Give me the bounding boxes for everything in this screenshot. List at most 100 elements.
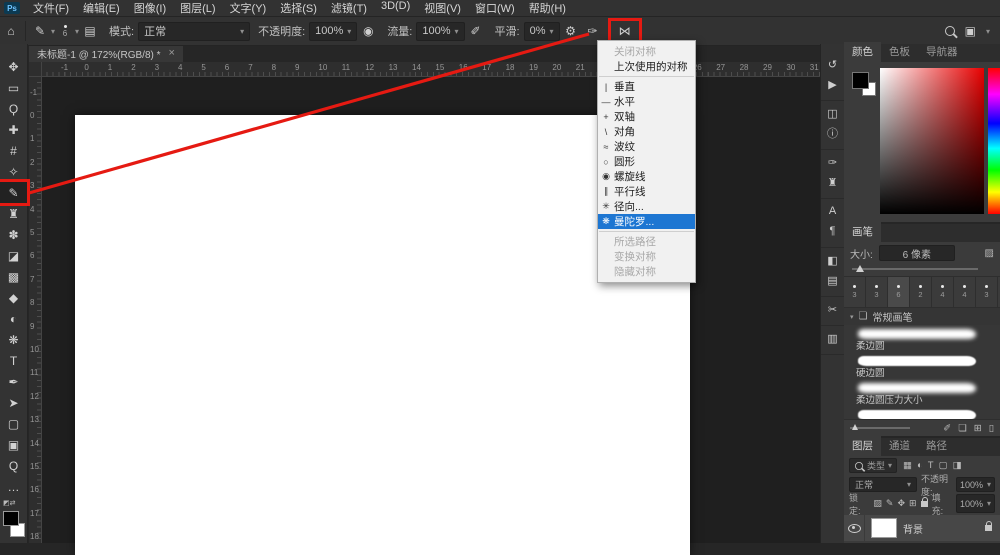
smoothing-options-gear-icon[interactable]: ⚙ [560, 24, 582, 38]
tool-zoom-tool[interactable]: Q [0, 455, 27, 476]
tool-eraser-tool[interactable]: ◪ [0, 245, 27, 266]
layer-opacity-select[interactable]: 100% ▾ [956, 477, 995, 492]
new-brush-icon[interactable]: ⊞ [974, 423, 982, 434]
menu-item-radial[interactable]: ✳径向... [598, 199, 695, 214]
tab-swatches[interactable]: 色板 [881, 42, 918, 62]
tab-layers[interactable]: 图层 [844, 436, 881, 456]
paragraph-panel-icon[interactable]: ¶ [821, 221, 844, 241]
tab-paths[interactable]: 路径 [918, 436, 955, 456]
tab-channels[interactable]: 通道 [881, 436, 918, 456]
layer-row-background[interactable]: 背景 [844, 515, 1000, 541]
toggle-brush-settings-icon[interactable]: ▤ [79, 24, 101, 38]
recent-brush[interactable]: 3 [866, 277, 888, 307]
slider-thumb[interactable] [852, 424, 858, 430]
slider-thumb[interactable] [856, 265, 864, 272]
tool-eyedropper-tool[interactable]: ✧ [0, 161, 27, 182]
tool-smudge-tool[interactable]: ❋ [0, 329, 27, 350]
layer-filter-select[interactable]: 类型 ▾ [849, 458, 897, 473]
filter-shape-icon[interactable]: ▢ [939, 460, 948, 471]
brush-settings-panel-icon[interactable]: ✑ [821, 152, 844, 172]
filter-smart-icon[interactable]: ◨ [953, 460, 962, 471]
tool-marquee-tool[interactable]: ▭ [0, 77, 27, 98]
tool-history-brush-tool[interactable]: ✽ [0, 224, 27, 245]
tool-crop-tool[interactable]: # [0, 140, 27, 161]
hue-slider[interactable] [988, 68, 1000, 214]
menu-file[interactable]: 文件(F) [26, 0, 76, 16]
tool-lasso-tool[interactable]: Ϙ [0, 98, 27, 119]
brush-settings-icon[interactable]: ▨ [985, 248, 994, 259]
menu-item-wavy[interactable]: ≈波纹 [598, 139, 695, 154]
menu-3d[interactable]: 3D(D) [374, 0, 417, 16]
close-icon[interactable]: × [169, 47, 175, 59]
filter-type-icon[interactable]: T [928, 460, 934, 471]
color-picker-field[interactable] [880, 68, 984, 214]
tool-type-tool[interactable]: T [0, 350, 27, 371]
delete-brush-icon[interactable]: ▯ [989, 423, 994, 434]
lock-artboard-icon[interactable]: ⊞ [909, 498, 917, 509]
character-panel-icon[interactable]: A [821, 201, 844, 221]
stroke-preview-toggle-icon[interactable]: ✐ [943, 423, 951, 434]
recent-brush[interactable]: 2 [910, 277, 932, 307]
lock-move-icon[interactable]: ✥ [897, 498, 905, 509]
lock-all-icon[interactable] [921, 498, 928, 509]
menu-image[interactable]: 图像(I) [127, 0, 173, 16]
brush-size-field[interactable]: 6 像素 [879, 245, 955, 261]
menu-item-spiral[interactable]: ◉螺旋线 [598, 169, 695, 184]
recent-brush[interactable]: 3 [844, 277, 866, 307]
tab-navigator[interactable]: 导航器 [918, 42, 966, 62]
chevron-down-icon[interactable]: ▾ [986, 27, 990, 36]
foreground-color-swatch[interactable] [852, 72, 869, 89]
home-icon[interactable]: ⌂ [0, 24, 22, 38]
brush-preset[interactable]: 柔边圆 [856, 329, 1000, 352]
panel-color-swatches[interactable] [852, 72, 878, 98]
recent-brush[interactable]: 3 [976, 277, 998, 307]
tab-color[interactable]: 颜色 [844, 42, 881, 62]
brush-size-slider[interactable] [852, 264, 992, 276]
tool-move-tool[interactable]: ✥ [0, 56, 27, 77]
preview-size-slider[interactable] [850, 427, 910, 429]
libraries-panel-icon[interactable]: ▥ [821, 328, 844, 348]
menu-view[interactable]: 视图(V) [417, 0, 468, 16]
menu-select[interactable]: 选择(S) [273, 0, 324, 16]
document-tab[interactable]: 未标题-1 @ 172%(RGB/8) * × [29, 44, 183, 62]
menu-item-circle[interactable]: ○圆形 [598, 154, 695, 169]
menu-help[interactable]: 帮助(H) [522, 0, 573, 16]
paint-symmetry-butterfly-icon[interactable]: ⋈ [614, 24, 636, 38]
pressure-opacity-icon[interactable]: ◉ [357, 24, 379, 38]
airbrush-icon[interactable]: ✐ [465, 24, 487, 38]
menu-item-dual-axis[interactable]: +双轴 [598, 109, 695, 124]
brush-group-row[interactable]: ▾ ❏ 常规画笔 [844, 308, 1000, 325]
tool-path-select-tool[interactable]: ➤ [0, 392, 27, 413]
menu-type[interactable]: 文字(Y) [223, 0, 274, 16]
menu-item-vertical[interactable]: |垂直 [598, 79, 695, 94]
menu-layer[interactable]: 图层(L) [173, 0, 222, 16]
notes-panel-icon[interactable]: ▤ [821, 270, 844, 290]
tool-dodge-tool[interactable]: ◐ [0, 308, 27, 329]
menu-item-mandala[interactable]: ❋曼陀罗... [598, 214, 695, 229]
clone-source-panel-icon[interactable]: ♜ [821, 172, 844, 192]
tab-brushes[interactable]: 画笔 [844, 222, 881, 242]
adjustments-panel-icon[interactable]: ◫ [821, 103, 844, 123]
menu-filter[interactable]: 滤镜(T) [324, 0, 374, 16]
menu-item-parallel-lines[interactable]: ∥平行线 [598, 184, 695, 199]
recent-brush[interactable]: 6 [888, 277, 910, 307]
tool-clone-stamp-tool[interactable]: ♜ [0, 203, 27, 224]
menu-item-diagonal[interactable]: \对角 [598, 124, 695, 139]
menu-item-last-used-symmetry[interactable]: 上次使用的对称 [598, 59, 695, 74]
history-panel-icon[interactable]: ↺ [821, 54, 844, 74]
tool-gradient-tool[interactable]: ▩ [0, 266, 27, 287]
filter-adjustment-icon[interactable]: ◐ [917, 460, 923, 471]
blend-mode-select[interactable]: 正常 ▾ [138, 22, 250, 41]
layer-visibility-toggle[interactable] [844, 515, 865, 541]
info-panel-icon[interactable]: ⓘ [821, 123, 844, 143]
foreground-color-swatch[interactable] [3, 511, 19, 526]
brush-preset[interactable]: 柔边圆压力大小 [856, 383, 1000, 406]
flow-select[interactable]: 100% ▾ [416, 22, 464, 41]
opacity-select[interactable]: 100% ▾ [309, 22, 357, 41]
actions-panel-icon[interactable]: ▶ [821, 74, 844, 94]
layer-comps-panel-icon[interactable]: ◧ [821, 250, 844, 270]
menu-edit[interactable]: 编辑(E) [76, 0, 127, 16]
smoothing-select[interactable]: 0% ▾ [524, 22, 560, 41]
tool-shape-tool[interactable]: ▢ [0, 413, 27, 434]
brush-tool-preset-icon[interactable]: ✎ [29, 24, 51, 38]
